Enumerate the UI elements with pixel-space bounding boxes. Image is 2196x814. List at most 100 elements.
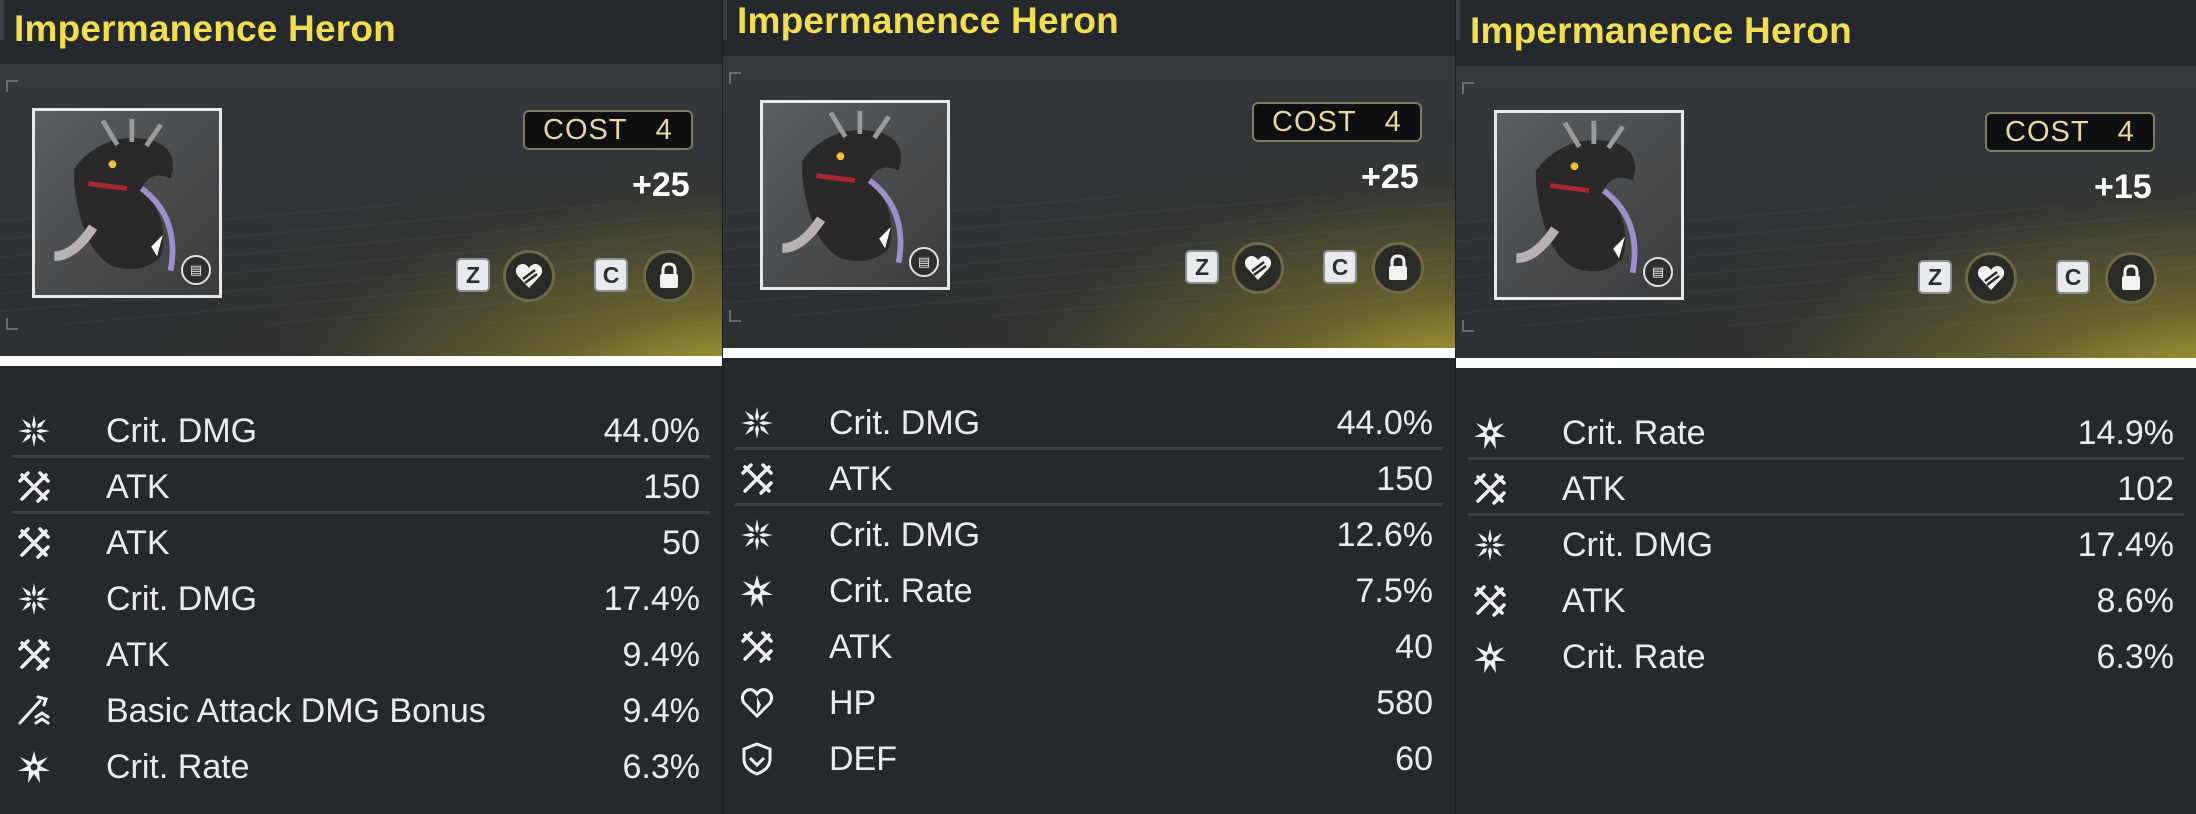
stat-value: 102 — [2117, 470, 2174, 508]
discard-toggle-button[interactable] — [1232, 242, 1284, 294]
stat-value: 9.4% — [622, 692, 701, 730]
cost-indicator: COST 4 — [1985, 112, 2155, 152]
stat-name: ATK — [106, 524, 170, 562]
stat-row: Crit. DMG 44.0% — [723, 394, 1455, 450]
stat-row: Crit. DMG 12.6% — [723, 506, 1455, 562]
cost-indicator: COST 4 — [1252, 102, 1422, 142]
lock-toggle-button[interactable] — [1372, 242, 1424, 294]
crit-dmg-icon — [1472, 527, 1508, 563]
atk-icon — [739, 629, 775, 665]
stat-row: Crit. DMG 17.4% — [1456, 516, 2196, 572]
crit-dmg-icon — [16, 581, 52, 617]
stat-name: Crit. DMG — [829, 404, 981, 442]
echo-portrait[interactable]: ▤ — [760, 100, 950, 290]
stat-list: Crit. DMG 44.0% ATK 150 ATK 50 Crit. DMG 17.4% A… — [0, 402, 722, 794]
stat-value: 7.5% — [1355, 572, 1434, 610]
stat-name: ATK — [1562, 582, 1626, 620]
stat-row: Crit. Rate 6.3% — [0, 738, 722, 794]
stat-list: Crit. DMG 44.0% ATK 150 Crit. DMG 12.6% Crit. … — [723, 394, 1455, 786]
discard-toggle-button[interactable] — [1965, 252, 2017, 304]
set-badge-icon: ▤ — [909, 247, 939, 277]
stat-row: ATK 40 — [723, 618, 1455, 674]
stat-list: Crit. Rate 14.9% ATK 102 Crit. DMG 17.4% ATK 8.… — [1456, 404, 2196, 684]
stat-value: 150 — [1376, 460, 1433, 498]
lock-toggle-button[interactable] — [643, 250, 695, 302]
stat-name: HP — [829, 684, 877, 722]
echo-hero-area: ▤ COST 4 +25 Z C — [0, 64, 722, 366]
stat-value: 44.0% — [603, 412, 700, 450]
cost-indicator: COST 4 — [523, 110, 693, 150]
cost-value: 4 — [2117, 115, 2135, 148]
atk-icon — [1472, 583, 1508, 619]
crit-rate-icon — [1472, 415, 1508, 451]
stat-name: ATK — [106, 636, 170, 674]
stat-value: 60 — [1395, 740, 1433, 778]
lock-key-hint: C — [1323, 250, 1357, 284]
atk-icon — [16, 525, 52, 561]
stat-name: Crit. DMG — [106, 580, 258, 618]
echo-portrait[interactable]: ▤ — [32, 108, 222, 298]
stat-name: Crit. Rate — [1562, 638, 1706, 676]
favorite-key-hint: Z — [456, 258, 490, 292]
stat-value: 9.4% — [622, 636, 701, 674]
def-icon — [739, 741, 775, 777]
stat-value: 580 — [1376, 684, 1433, 722]
stat-name: Crit. Rate — [106, 748, 250, 786]
crit-rate-icon — [739, 573, 775, 609]
crit-rate-icon — [16, 749, 52, 785]
lock-toggle-button[interactable] — [2105, 252, 2157, 304]
broken-heart-icon — [1244, 256, 1272, 280]
stat-name: DEF — [829, 740, 897, 778]
crit-rate-icon — [1472, 639, 1508, 675]
stat-value: 6.3% — [622, 748, 701, 786]
stat-row: ATK 102 — [1456, 460, 2196, 516]
stat-row: HP 580 — [723, 674, 1455, 730]
echo-level: +25 — [1361, 158, 1419, 196]
stat-row: Crit. Rate 6.3% — [1456, 628, 2196, 684]
lock-key-hint: C — [2056, 260, 2090, 294]
broken-heart-icon — [1977, 266, 2005, 290]
echo-level: +25 — [632, 166, 690, 204]
stat-name: Basic Attack DMG Bonus — [106, 692, 486, 730]
crit-dmg-icon — [739, 517, 775, 553]
stat-name: ATK — [1562, 470, 1626, 508]
lock-icon — [660, 262, 678, 288]
stat-value: 44.0% — [1336, 404, 1433, 442]
echo-hero-area: ▤ COST 4 +25 Z C — [723, 56, 1455, 358]
stat-value: 6.3% — [2096, 638, 2175, 676]
echo-title: Impermanence Heron — [737, 0, 1119, 41]
atk-icon — [16, 469, 52, 505]
lock-icon — [1389, 254, 1407, 280]
stat-name: Crit. DMG — [829, 516, 981, 554]
basic-attack-icon — [16, 693, 52, 729]
stat-row: DEF 60 — [723, 730, 1455, 786]
cost-label: COST — [543, 113, 628, 146]
hp-icon — [739, 685, 775, 721]
crit-dmg-icon — [16, 413, 52, 449]
echo-title: Impermanence Heron — [1470, 10, 1852, 51]
lock-key-hint: C — [594, 258, 628, 292]
crit-dmg-icon — [739, 405, 775, 441]
stat-row: Crit. DMG 17.4% — [0, 570, 722, 626]
cost-value: 4 — [1384, 105, 1402, 138]
favorite-key-hint: Z — [1918, 260, 1952, 294]
stat-row: Crit. DMG 44.0% — [0, 402, 722, 458]
stat-value: 17.4% — [603, 580, 700, 618]
stat-value: 12.6% — [1336, 516, 1433, 554]
echo-level: +15 — [2094, 168, 2152, 206]
discard-toggle-button[interactable] — [503, 250, 555, 302]
stat-name: Crit. Rate — [1562, 414, 1706, 452]
lock-icon — [2122, 264, 2140, 290]
stat-name: ATK — [829, 628, 893, 666]
atk-icon — [16, 637, 52, 673]
stat-row: ATK 9.4% — [0, 626, 722, 682]
stat-row: ATK 150 — [723, 450, 1455, 506]
stat-value: 150 — [643, 468, 700, 506]
stat-name: ATK — [106, 468, 170, 506]
stat-value: 17.4% — [2077, 526, 2174, 564]
echo-portrait[interactable]: ▤ — [1494, 110, 1684, 300]
set-badge-icon: ▤ — [1643, 257, 1673, 287]
cost-label: COST — [1272, 105, 1357, 138]
echo-title: Impermanence Heron — [14, 8, 396, 49]
echo-card-2: Impermanence Heron ▤ COST 4 +25 Z C Crit… — [723, 0, 1455, 814]
